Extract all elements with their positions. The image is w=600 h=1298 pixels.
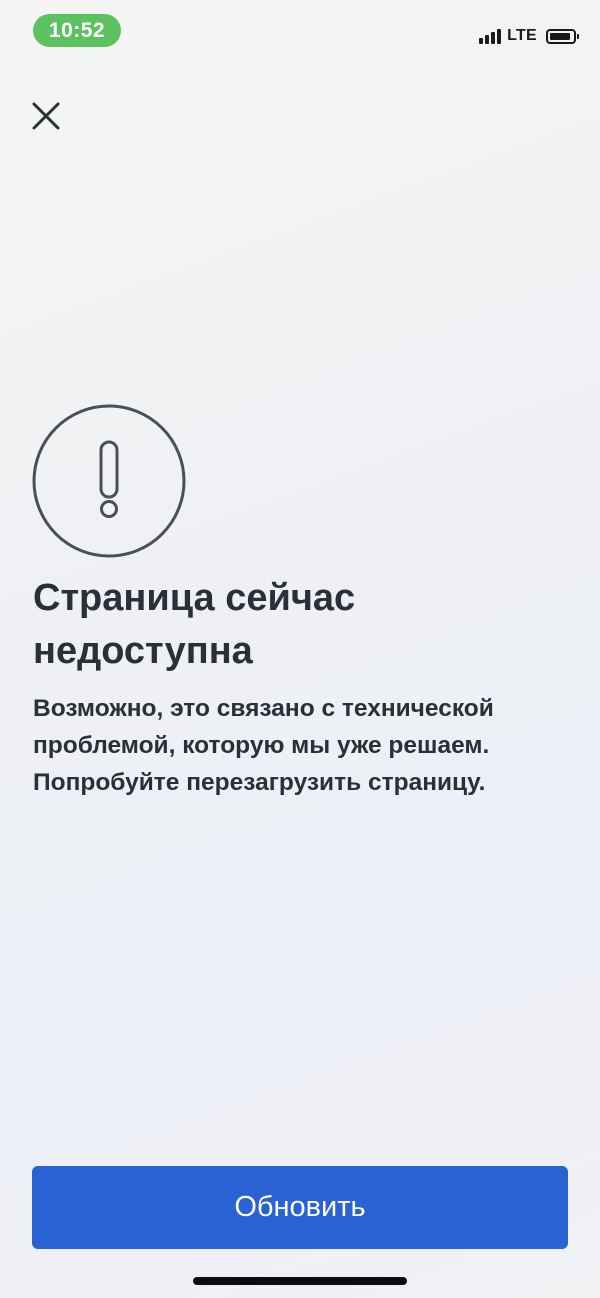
exclamation-circle-icon [32, 404, 186, 558]
close-button[interactable] [24, 94, 68, 138]
refresh-button[interactable]: Обновить [32, 1166, 568, 1249]
status-indicators: LTE [479, 24, 579, 48]
battery-icon [546, 28, 579, 44]
close-icon [32, 102, 60, 130]
network-type: LTE [507, 27, 537, 44]
status-bar: 10:52 LTE [0, 0, 600, 64]
error-description: Возможно, это связано с технической проб… [33, 695, 494, 796]
home-indicator[interactable] [193, 1277, 407, 1285]
status-time: 10:52 [33, 14, 121, 47]
error-title: Страница сейчас недоступна [33, 577, 356, 672]
signal-icon [479, 28, 502, 44]
